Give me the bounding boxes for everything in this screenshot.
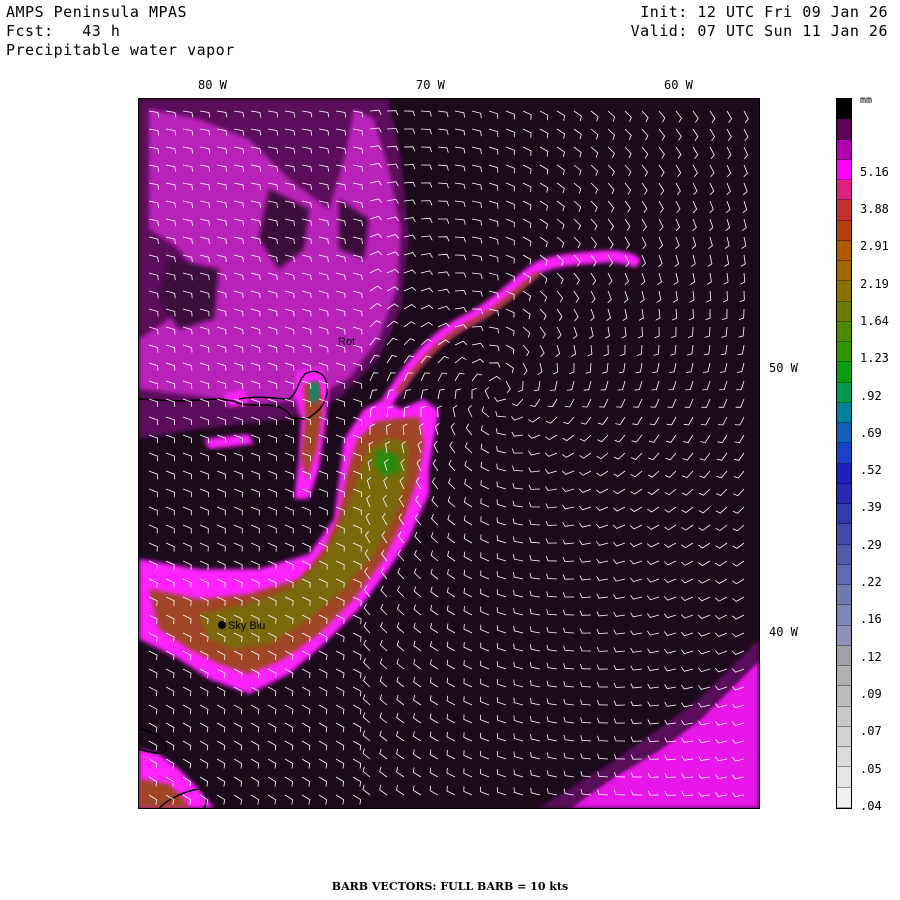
- colorbar-label: .16: [860, 612, 882, 627]
- colorbar-swatch: [837, 585, 851, 606]
- map-panel: Sky Blu Rot: [138, 98, 760, 809]
- colorbar-swatch: [837, 139, 851, 160]
- colorbar-label: .39: [860, 500, 882, 515]
- station-label-rot: Rot: [338, 336, 355, 348]
- lat-label-40w: 40 W: [769, 625, 798, 639]
- colorbar-swatch: [837, 544, 851, 565]
- valid-time: Valid: 07 UTC Sun 11 Jan 26: [630, 22, 888, 40]
- colorbar-swatch: [837, 726, 851, 748]
- field-name: Precipitable water vapor: [6, 41, 235, 59]
- colorbar-swatch: [837, 321, 851, 343]
- colorbar-swatch: [837, 119, 851, 140]
- colorbar-swatch: [837, 686, 851, 707]
- station-label-sky-blu: Sky Blu: [228, 620, 265, 632]
- model-name: AMPS Peninsula MPAS: [6, 3, 188, 21]
- colorbar-swatch: [837, 180, 851, 201]
- colorbar: [836, 98, 852, 809]
- colorbar-swatch: [837, 362, 851, 383]
- colorbar-swatch: [837, 159, 851, 181]
- colorbar-label: 2.19: [860, 276, 889, 291]
- colorbar-swatch: [837, 463, 851, 484]
- colorbar-label: 2.91: [860, 239, 889, 254]
- colorbar-swatch: [837, 200, 851, 221]
- colorbar-label: .09: [860, 687, 882, 702]
- init-time: Init: 12 UTC Fri 09 Jan 26: [640, 3, 888, 21]
- colorbar-swatch: [837, 342, 851, 363]
- colorbar-label: 5.16: [860, 164, 889, 179]
- colorbar-swatch: [837, 787, 851, 808]
- colorbar-label: .29: [860, 537, 882, 552]
- colorbar-label: 1.64: [860, 313, 889, 328]
- colorbar-swatch: [837, 240, 851, 262]
- colorbar-swatch: [837, 301, 851, 322]
- colorbar-swatch: [837, 261, 851, 282]
- colorbar-swatch: [837, 524, 851, 545]
- colorbar-swatch: [837, 645, 851, 667]
- colorbar-label: .12: [860, 649, 882, 664]
- header-right: Init: 12 UTC Fri 09 Jan 26 Valid: 07 UTC …: [631, 3, 888, 41]
- colorbar-swatch: [837, 564, 851, 586]
- colorbar-swatch: [837, 706, 851, 727]
- colorbar-label: 3.88: [860, 201, 889, 216]
- colorbar-swatch: [837, 443, 851, 464]
- map-canvas: Sky Blu Rot: [139, 99, 759, 808]
- colorbar-label: 1.23: [860, 351, 889, 366]
- colorbar-swatch: [837, 747, 851, 768]
- colorbar-label: .05: [860, 761, 882, 776]
- forecast-hour: Fcst: 43 h: [6, 22, 121, 40]
- colorbar-swatch: [837, 625, 851, 646]
- colorbar-swatch: [837, 767, 851, 788]
- colorbar-swatch: [837, 423, 851, 444]
- colorbar-swatch: [837, 99, 851, 120]
- colorbar-unit: mm: [860, 95, 873, 106]
- lon-label-60w: 60 W: [664, 78, 693, 92]
- colorbar-swatch: [837, 504, 851, 525]
- colorbar-swatch: [837, 402, 851, 424]
- colorbar-label: .04: [860, 799, 882, 813]
- colorbar-swatch: [837, 666, 851, 687]
- barb-legend: BARB VECTORS: FULL BARB = 10 kts: [331, 880, 569, 893]
- colorbar-label: .22: [860, 575, 882, 590]
- lon-label-70w: 70 W: [416, 78, 445, 92]
- lat-label-50w: 50 W: [769, 361, 798, 375]
- colorbar-swatch: [837, 220, 851, 241]
- header-left: AMPS Peninsula MPAS Fcst: 43 h Precipitabl…: [6, 3, 235, 60]
- colorbar-label: .69: [860, 425, 882, 440]
- colorbar-swatch: [837, 483, 851, 505]
- colorbar-swatch: [837, 382, 851, 403]
- colorbar-label: .52: [860, 463, 882, 478]
- colorbar-label: .92: [860, 388, 882, 403]
- colorbar-swatch: [837, 605, 851, 626]
- station-marker-sky-blu[interactable]: [218, 621, 226, 629]
- colorbar-label: .07: [860, 724, 882, 739]
- colorbar-swatch: [837, 281, 851, 302]
- lon-label-80w: 80 W: [198, 78, 227, 92]
